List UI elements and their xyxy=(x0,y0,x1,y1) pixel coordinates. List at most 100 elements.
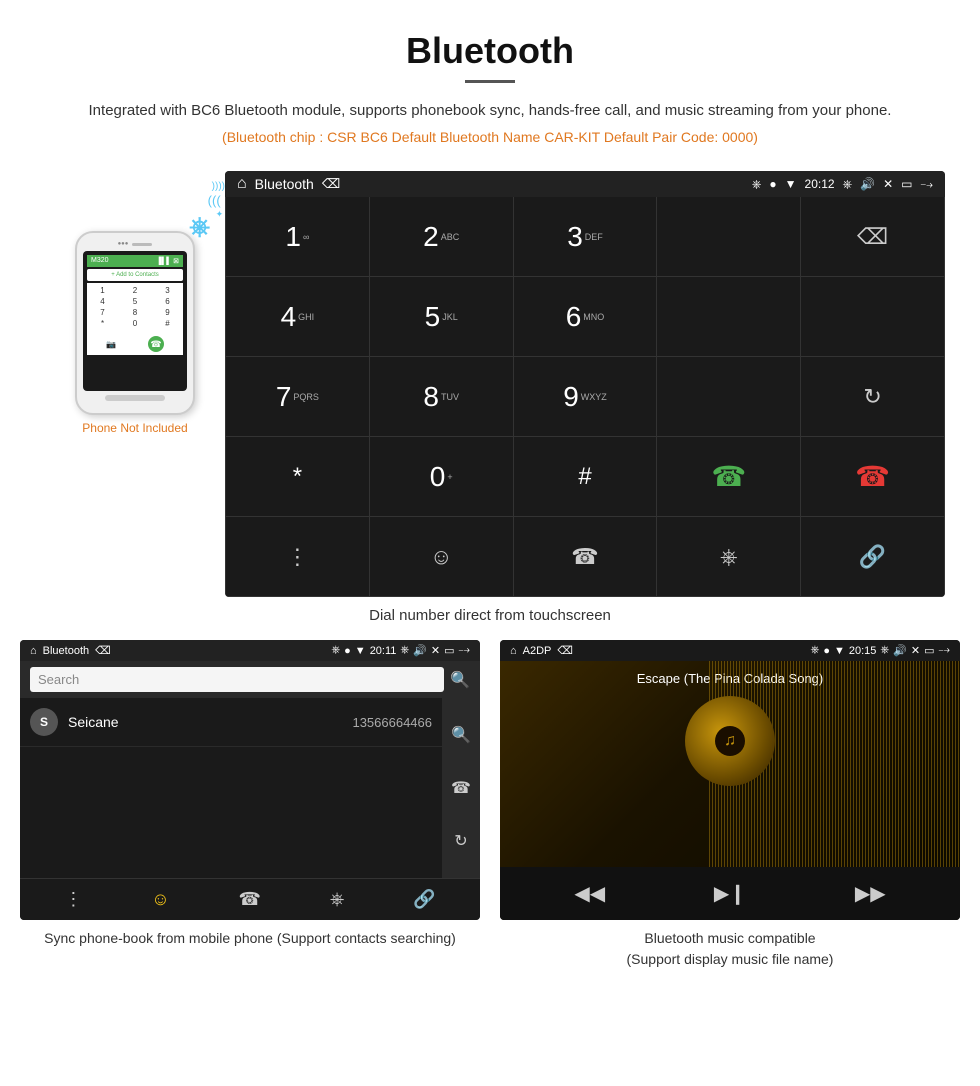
dial-call-red[interactable]: ☎ xyxy=(801,437,945,517)
phone-numpad-row-4: * 0 # xyxy=(90,319,180,328)
phone-numpad-row-1: 1 2 3 xyxy=(90,286,180,295)
dial-empty-4 xyxy=(657,357,801,437)
music-usb-icon: ⌫ xyxy=(557,644,573,657)
pb-win-icon: ▭ xyxy=(444,644,454,657)
pb-search-input[interactable]: Search xyxy=(30,667,444,692)
dial-apps[interactable]: ⋮ xyxy=(226,517,370,597)
pb-side-call-icon[interactable]: ☎ xyxy=(451,778,471,798)
bluetooth-status-icon: ⎈ xyxy=(752,177,762,192)
dial-key-6[interactable]: 6MNO xyxy=(514,277,658,357)
car-screen-title: Bluetooth xyxy=(255,176,314,192)
dial-key-3[interactable]: 3DEF xyxy=(514,197,658,277)
time-display: 20:12 xyxy=(805,177,835,191)
music-screen-title: A2DP xyxy=(523,645,552,657)
bluetooth-specs: (Bluetooth chip : CSR BC6 Default Blueto… xyxy=(20,129,960,145)
bluetooth-nav-icon: ⎈ xyxy=(720,544,738,570)
location-icon: ● xyxy=(769,177,776,191)
dial-key-5[interactable]: 5JKL xyxy=(370,277,514,357)
pb-screen-title: Bluetooth xyxy=(43,645,89,657)
music-caption: Bluetooth music compatible(Support displ… xyxy=(500,920,960,972)
next-track-icon[interactable]: ▶▶ xyxy=(855,881,886,906)
dial-key-0[interactable]: 0+ xyxy=(370,437,514,517)
dial-contacts[interactable]: ☺ xyxy=(370,517,514,597)
usb-icon: ⌫ xyxy=(322,176,340,192)
music-sig-icon: ▼ xyxy=(834,645,845,657)
dial-link[interactable]: 🔗 xyxy=(801,517,945,597)
window-icon: ▭ xyxy=(901,177,912,191)
pb-bluetooth-icon[interactable]: ⎈ xyxy=(330,889,344,910)
bluetooth-logo-icon: ⎈ xyxy=(189,211,210,243)
pb-contacts-area: S Seicane 13566664466 🔍 ☎ ↻ xyxy=(20,698,480,878)
music-bt-icon: ⎈ xyxy=(811,644,820,657)
car-status-bar: ⌂ Bluetooth ⌫ ⎈ ● ▼ 20:12 ⎈ 🔊 ✕ ▭ ⤍ xyxy=(225,171,945,197)
page-title: Bluetooth xyxy=(20,30,960,72)
dial-key-7[interactable]: 7PQRS xyxy=(226,357,370,437)
phone-body: ●●● M320 ▐▌▌ ⊠ + Add to Contacts 1 2 3 xyxy=(75,231,195,415)
dial-grid: 1∞ 2ABC 3DEF ⌫ 4GHI 5JKL xyxy=(225,197,945,597)
pb-search-placeholder: Search xyxy=(38,672,79,687)
dial-key-8[interactable]: 8TUV xyxy=(370,357,514,437)
music-home-icon[interactable]: ⌂ xyxy=(510,645,517,657)
pb-vol-icon: 🔊 xyxy=(413,644,427,657)
music-vol-icon: 🔊 xyxy=(893,644,907,657)
pb-bt-icon: ⎈ xyxy=(331,644,340,657)
pb-side-icons: 🔍 ☎ ↻ xyxy=(442,698,480,878)
music-screenshot-item: ⌂ A2DP ⌫ ⎈ ● ▼ 20:15 ⎈ 🔊 ✕ ▭ ⤍ xyxy=(500,640,960,972)
dial-phone[interactable]: ☎ xyxy=(514,517,658,597)
pb-home-icon[interactable]: ⌂ xyxy=(30,645,37,657)
pb-contact-row[interactable]: S Seicane 13566664466 xyxy=(20,698,442,747)
home-icon[interactable]: ⌂ xyxy=(237,175,247,193)
dial-key-2[interactable]: 2ABC xyxy=(370,197,514,277)
music-controls: ◀◀ ▶❙ ▶▶ xyxy=(500,867,960,920)
pb-side-search-icon[interactable]: 🔍 xyxy=(451,725,471,745)
music-time: 20:15 xyxy=(849,645,877,657)
phone-call-bar: 📷 ☎ xyxy=(87,333,183,355)
phonebook-screenshot-item: ⌂ Bluetooth ⌫ ⎈ ● ▼ 20:11 ⎈ 🔊 ✕ ▭ ⤍ xyxy=(20,640,480,972)
main-area: )))) ((( ✦ ⎈ ●●● M320 ▐▌▌ ⊠ + Add to Con… xyxy=(0,171,980,597)
pb-link-icon[interactable]: 🔗 xyxy=(413,889,435,910)
signal-icon: ▼ xyxy=(785,177,797,191)
pb-x-icon[interactable]: ✕ xyxy=(431,644,440,657)
dial-key-9[interactable]: 9WXYZ xyxy=(514,357,658,437)
phone-call-button[interactable]: ☎ xyxy=(148,336,164,352)
contacts-icon: ☺ xyxy=(430,544,452,570)
play-pause-icon[interactable]: ▶❙ xyxy=(714,881,746,906)
volume-icon: 🔊 xyxy=(860,177,875,191)
phone-icon: ☎ xyxy=(571,544,598,570)
dial-backspace[interactable]: ⌫ xyxy=(801,197,945,277)
dial-key-star[interactable]: * xyxy=(226,437,370,517)
pb-loc-icon: ● xyxy=(344,645,351,657)
pb-apps-icon[interactable]: ⋮ xyxy=(64,889,82,910)
link-icon: 🔗 xyxy=(859,544,886,570)
dial-call-green[interactable]: ☎ xyxy=(657,437,801,517)
pb-time: 20:11 xyxy=(370,645,397,657)
music-album-art: ♫ xyxy=(685,696,775,786)
music-cam-icon: ⎈ xyxy=(880,644,889,657)
music-win-icon: ▭ xyxy=(924,644,934,657)
dial-empty-1 xyxy=(657,197,801,277)
back-icon[interactable]: ⤍ xyxy=(921,177,933,192)
music-status-bar: ⌂ A2DP ⌫ ⎈ ● ▼ 20:15 ⎈ 🔊 ✕ ▭ ⤍ xyxy=(500,640,960,661)
dial-key-hash[interactable]: # xyxy=(514,437,658,517)
pb-contacts-icon[interactable]: ☺ xyxy=(151,889,169,910)
pb-back-icon[interactable]: ⤍ xyxy=(459,644,470,657)
pb-contact-name: Seicane xyxy=(68,714,342,730)
close-icon[interactable]: ✕ xyxy=(883,177,893,191)
pb-search-icon[interactable]: 🔍 xyxy=(450,670,470,690)
call-green-icon: ☎ xyxy=(711,460,746,493)
pb-side-reload-icon[interactable]: ↻ xyxy=(454,831,467,851)
dial-bluetooth[interactable]: ⎈ xyxy=(657,517,801,597)
camera-icon: 📷 xyxy=(106,340,116,349)
pb-phone-icon[interactable]: ☎ xyxy=(239,889,261,910)
phonebook-caption: Sync phone-book from mobile phone (Suppo… xyxy=(20,920,480,951)
music-x-icon[interactable]: ✕ xyxy=(911,644,920,657)
music-loc-icon: ● xyxy=(823,645,830,657)
music-back-icon[interactable]: ⤍ xyxy=(939,644,950,657)
dial-reload[interactable]: ↻ xyxy=(801,357,945,437)
dial-key-1[interactable]: 1∞ xyxy=(226,197,370,277)
pb-cam-icon: ⎈ xyxy=(400,644,409,657)
dial-key-4[interactable]: 4GHI xyxy=(226,277,370,357)
phone-screen: M320 ▐▌▌ ⊠ + Add to Contacts 1 2 3 4 5 6 xyxy=(83,251,187,391)
prev-track-icon[interactable]: ◀◀ xyxy=(574,881,605,906)
pb-status-bar: ⌂ Bluetooth ⌫ ⎈ ● ▼ 20:11 ⎈ 🔊 ✕ ▭ ⤍ xyxy=(20,640,480,661)
